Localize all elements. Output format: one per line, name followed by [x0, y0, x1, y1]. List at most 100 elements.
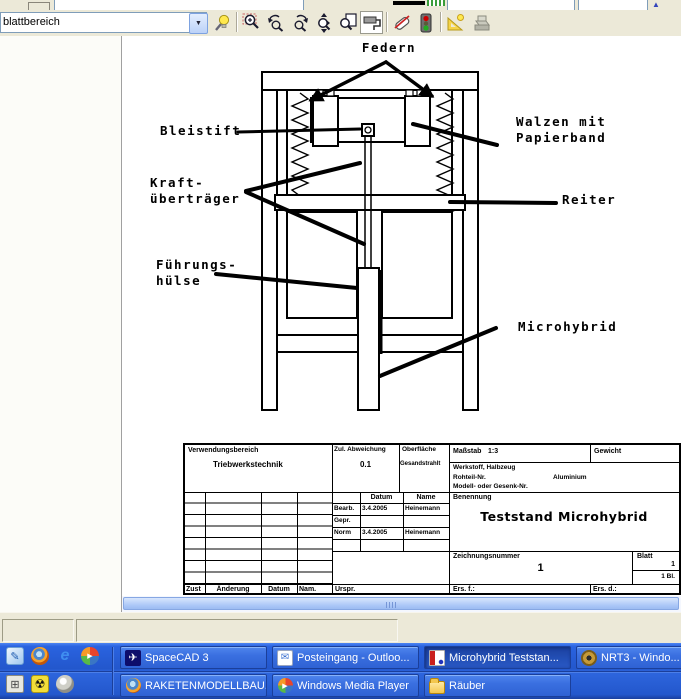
task-label: NRT3 - Windo...: [601, 652, 680, 664]
quicklaunch-media-player-icon[interactable]: ▶: [81, 647, 99, 665]
zoom-dynamic-button[interactable]: [312, 11, 335, 34]
taskbar-button-outlook[interactable]: ✉ Posteingang - Outloo...: [272, 646, 419, 669]
upper-toolbar-clipped: ▲: [0, 0, 681, 10]
title-block: Verwendungsbereich Triebwerkstechnik Zul…: [183, 443, 681, 595]
taskbar-button-raketenmodellbau[interactable]: RAKETENMODELLBAU...: [120, 674, 267, 697]
tb-bearb-name: Heinemann: [405, 506, 440, 513]
quicklaunch-radiation-icon[interactable]: ☢: [31, 675, 49, 693]
printer-icon: [472, 13, 492, 33]
color-dots-strip: [427, 0, 445, 6]
task-label: Windows Media Player: [297, 680, 409, 692]
scrollbar-thumb[interactable]: [123, 597, 679, 610]
tb-name-header: Name: [403, 494, 449, 501]
eraser-icon: [392, 13, 412, 33]
quicklaunch-messenger-icon[interactable]: [56, 675, 74, 693]
status-panel-1: [2, 619, 74, 642]
media-player-icon: ▶: [278, 678, 293, 693]
play-glyph: ▶: [87, 652, 92, 660]
rocket-glyph: ✈: [128, 651, 137, 664]
tb-drawing-title: Teststand Microhybrid: [449, 511, 679, 524]
tb-bearb-label: Bearb.: [334, 506, 354, 513]
tb-rohteil-label: Rohteil-Nr.: [453, 475, 486, 482]
tb-datum-label: Datum: [261, 586, 297, 593]
quicklaunch-calculator-icon[interactable]: ⊞: [6, 675, 24, 693]
quicklaunch-firefox-icon[interactable]: [31, 647, 49, 665]
tb-modell-label: Modell- oder Gesenk-Nr.: [453, 484, 528, 491]
zoom-page-button[interactable]: [336, 11, 359, 34]
zoom-next-button[interactable]: [288, 11, 311, 34]
tb-werkstoff-value: Aluminium: [553, 475, 587, 482]
quicklaunch-mail-icon[interactable]: ✎: [6, 647, 24, 665]
zoom-page-icon: [338, 13, 358, 33]
tb-urspr-label: Urspr.: [335, 586, 355, 593]
zoom-previous-button[interactable]: [264, 11, 287, 34]
grid-glyph: ⊞: [10, 678, 19, 691]
tb-ers-d-label: Ers. d.:: [593, 586, 617, 593]
tb-gewicht-label: Gewicht: [594, 448, 621, 455]
taskbar-button-nrt3[interactable]: NRT3 - Windo...: [576, 646, 681, 669]
tb-datum-header: Datum: [360, 494, 403, 501]
envelope-glyph: ✉: [281, 652, 289, 663]
paint-roller-icon: [362, 13, 382, 33]
spacecad-icon: ✈: [125, 650, 141, 666]
render-light-button[interactable]: [210, 11, 233, 34]
tb-gepr-label: Gepr.: [334, 518, 351, 525]
document-icon: [429, 650, 445, 666]
quicklaunch-ie-icon[interactable]: e: [56, 647, 74, 665]
tb-norm-name: Heinemann: [405, 530, 440, 537]
clipped-combo[interactable]: [447, 0, 575, 10]
zoom-toolbar: blattbereich ▼: [0, 10, 681, 36]
task-label: Räuber: [449, 680, 485, 692]
tb-zul-abweichung-label: Zul. Abweichung: [334, 447, 386, 454]
clipped-button: [28, 2, 50, 10]
tb-blatt-value: 1: [637, 561, 675, 568]
outlook-icon: ✉: [277, 650, 293, 666]
set-square-icon: [446, 13, 466, 33]
taskbar-button-media-player[interactable]: ▶ Windows Media Player: [272, 674, 419, 697]
tb-aenderung-label: Änderung: [205, 586, 261, 593]
clipped-input[interactable]: [54, 0, 304, 10]
combo-dropdown-button[interactable]: ▼: [189, 13, 208, 34]
status-panel-2: [76, 619, 398, 642]
layer-combo[interactable]: blattbereich: [0, 12, 207, 33]
toolbar-separator: [236, 12, 238, 32]
tb-norm-datum: 3.4.2005: [362, 530, 387, 537]
zoom-window-button[interactable]: [240, 11, 263, 34]
radiation-glyph: ☢: [35, 677, 46, 691]
tb-blatt-label: Blatt: [637, 553, 653, 560]
revision-table: [185, 492, 332, 584]
paint-roller-button[interactable]: [360, 11, 383, 34]
tb-verwendungsbereich-label: Verwendungsbereich: [188, 447, 258, 454]
tb-bearb-datum: 3.4.2005: [362, 506, 387, 513]
play-glyph: ▶: [282, 682, 287, 690]
taskbar-button-spacecad[interactable]: ✈ SpaceCAD 3: [120, 646, 267, 669]
folder-icon: [429, 681, 445, 694]
status-bar: [0, 612, 681, 644]
traffic-light-icon: [416, 13, 436, 33]
print-button[interactable]: [470, 11, 493, 34]
zoom-window-icon: [242, 13, 262, 33]
traffic-light-button[interactable]: [414, 11, 437, 34]
tb-ers-f-label: Ers. f.:: [453, 586, 475, 593]
lightbulb-icon: [212, 13, 232, 33]
tb-zust-label: Zust: [186, 586, 201, 593]
tb-zul-abweichung-value: 0.1: [332, 461, 399, 469]
task-label: SpaceCAD 3: [145, 652, 209, 664]
toolbar-separator: [386, 12, 388, 32]
tb-werkstoff-label: Werkstoff, Halbzeug: [453, 465, 515, 472]
taskbar: ✎ e ▶ ⊞ ☢ ✈ SpaceCAD 3 ✉ Posteingang - O…: [0, 643, 681, 699]
tb-verwendungsbereich-value: Triebwerkstechnik: [213, 461, 283, 469]
clipped-blue-icon: ▲: [652, 0, 660, 9]
clipped-combo-2[interactable]: [578, 0, 648, 10]
tb-nam-label: Nam.: [299, 586, 316, 593]
tb-norm-label: Norm: [334, 530, 351, 537]
ie-e-glyph: e: [61, 647, 70, 665]
taskbar-button-raeuber[interactable]: Räuber: [424, 674, 571, 697]
tb-oberflaeche-label: Oberfläche: [402, 447, 436, 454]
zoom-dynamic-icon: [314, 13, 334, 33]
horizontal-scrollbar[interactable]: [122, 596, 681, 612]
tb-zeichnungsnummer-value: 1: [449, 563, 632, 574]
drafting-triangle-button[interactable]: [444, 11, 467, 34]
eraser-button[interactable]: [390, 11, 413, 34]
taskbar-button-microhybrid-active[interactable]: Microhybrid Teststan...: [424, 646, 571, 669]
